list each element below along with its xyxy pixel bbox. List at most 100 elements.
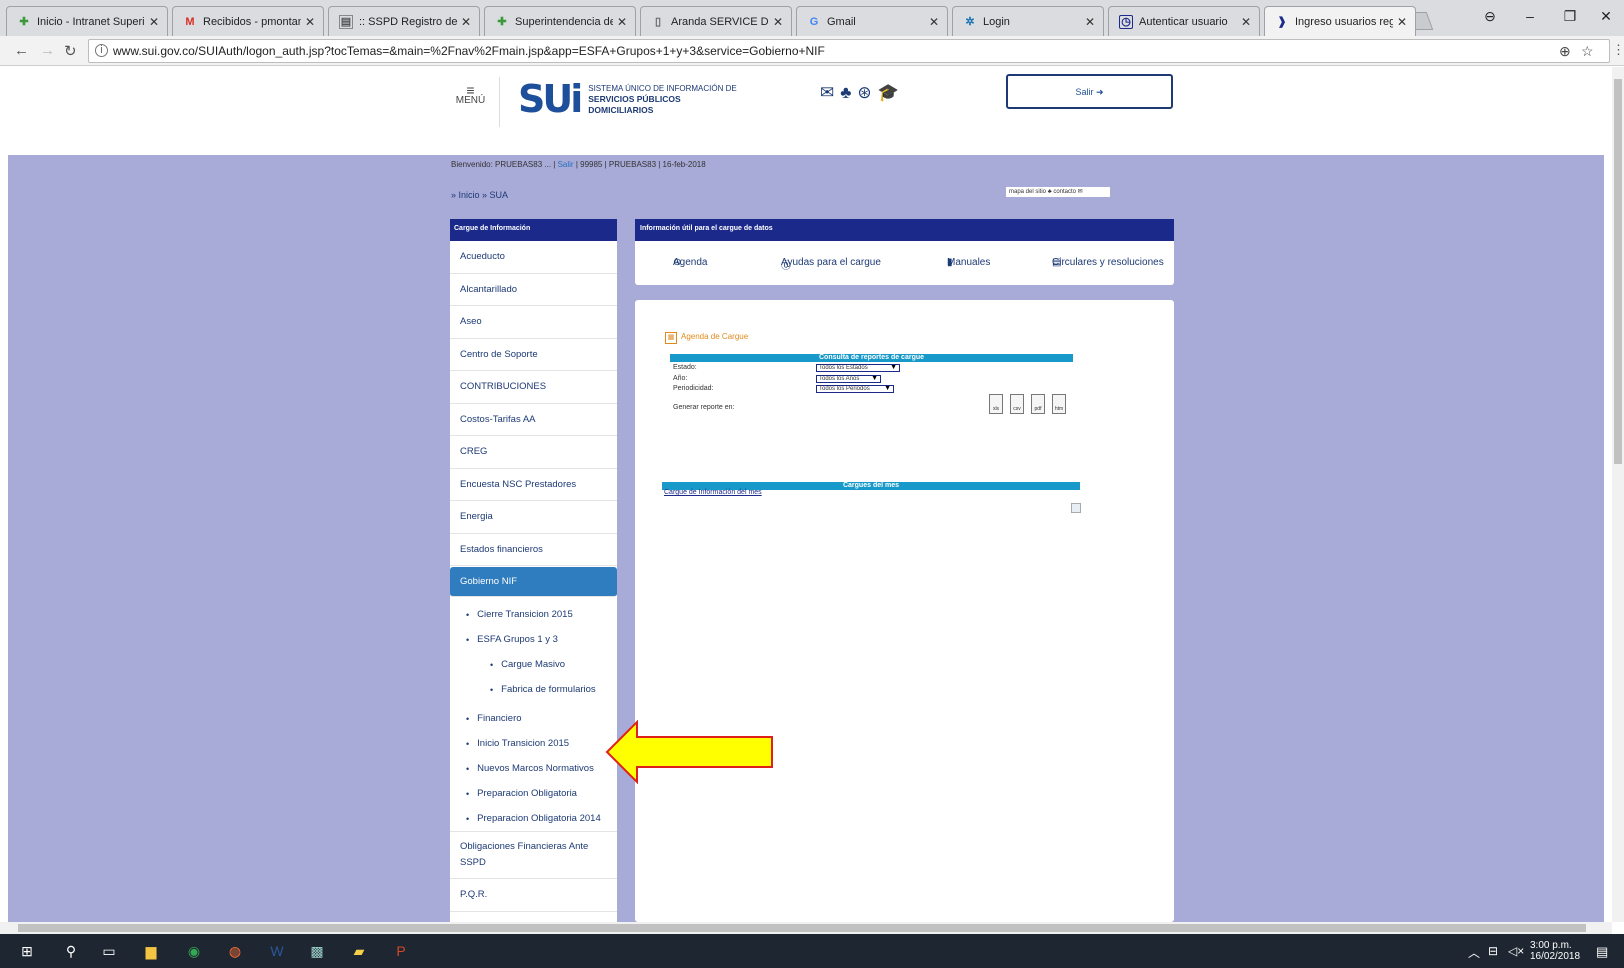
subitem-fabrica-formularios[interactable]: Fabrica de formularios <box>450 677 617 702</box>
periodicidad-select[interactable]: Todos los Periodos ▼ <box>816 385 894 393</box>
subitem-cierre-transicion-2015[interactable]: Cierre Transicion 2015 <box>450 602 617 627</box>
firefox-icon[interactable]: ◍ <box>226 942 244 960</box>
calendar-icon: ▦ <box>665 332 677 344</box>
zoom-icon[interactable]: ⊕ <box>1559 43 1571 60</box>
close-tab-icon[interactable]: ✕ <box>773 15 783 29</box>
word-icon[interactable]: W <box>268 942 286 960</box>
close-tab-icon[interactable]: ✕ <box>1241 15 1251 29</box>
tray-chevron-icon[interactable]: ︿ <box>1468 944 1480 961</box>
subitem-nuevos-marcos[interactable]: Nuevos Marcos Normativos <box>450 756 617 781</box>
month-uploads-link[interactable]: Cargue de Información del mes <box>664 489 762 496</box>
network-icon[interactable]: ⊟ <box>1488 944 1498 958</box>
broken-image-icon <box>1071 503 1081 513</box>
sidebar-item-gobierno-nif[interactable]: Gobierno NIF <box>450 567 617 597</box>
sidebar-item-estados-financieros[interactable]: Estados financieros <box>450 534 617 566</box>
subitem-preparacion-obligatoria[interactable]: Preparacion Obligatoria <box>450 781 617 806</box>
forward-arrow-icon[interactable]: → <box>40 42 55 59</box>
aranda-icon[interactable]: ▩ <box>308 942 326 960</box>
minimize-window-button[interactable]: – <box>1512 8 1548 24</box>
file-explorer-icon[interactable]: ▆ <box>142 942 160 960</box>
back-arrow-icon[interactable]: ← <box>14 42 29 59</box>
site-header: ≡ MENÚ SUi SISTEMA ÚNICO DE INFORMACIÓN … <box>0 67 1612 155</box>
sidebar-item-creg[interactable]: CREG <box>450 436 617 469</box>
sidebar-item-encuesta-nsc[interactable]: Encuesta NSC Prestadores <box>450 469 617 501</box>
close-tab-icon[interactable]: ✕ <box>1397 15 1407 29</box>
close-tab-icon[interactable]: ✕ <box>929 15 939 29</box>
browser-tab[interactable]: ◷ Autenticar usuario ✕ <box>1108 6 1260 36</box>
estado-select[interactable]: Todos los Estados ▼ <box>816 364 900 372</box>
reload-icon[interactable]: ↻ <box>64 42 77 60</box>
sitemap-link[interactable]: mapa del sitio <box>1009 189 1046 195</box>
csv-file-icon[interactable]: csv <box>1010 394 1024 414</box>
agenda-content: ▦ Agenda de Cargue Consulta de reportes d… <box>635 300 1174 922</box>
sticky-notes-icon[interactable]: ▰ <box>350 942 368 960</box>
subitem-inicio-transicion-2015[interactable]: Inicio Transicion 2015 <box>450 731 617 756</box>
sidebar-item-obligaciones-financieras[interactable]: Obligaciones Financieras Ante SSPD <box>450 831 617 879</box>
search-icon[interactable]: ⚲ <box>62 942 80 960</box>
sidebar-item-acueducto[interactable]: Acueducto <box>450 241 617 274</box>
profile-icon[interactable]: ⊖ <box>1472 8 1508 25</box>
volume-icon[interactable]: ◁× <box>1508 944 1524 958</box>
sidebar-item-energia[interactable]: Energia <box>450 501 617 534</box>
menu-button[interactable]: ≡ MENÚ <box>442 77 500 127</box>
close-tab-icon[interactable]: ✕ <box>461 15 471 29</box>
arrow-shape <box>605 720 773 784</box>
powerpoint-icon[interactable]: P <box>392 942 410 960</box>
browser-tab[interactable]: M Recibidos - pmontana@✕ <box>172 6 324 36</box>
vertical-scroll-thumb[interactable] <box>1614 79 1622 464</box>
restore-window-button[interactable]: ❐ <box>1552 8 1588 25</box>
browser-tab[interactable]: G Gmail ✕ <box>796 6 948 36</box>
htm-file-icon[interactable]: htm <box>1052 394 1066 414</box>
bookmark-star-icon[interactable]: ☆ <box>1581 43 1594 60</box>
system-clock[interactable]: 3:00 p.m. 16/02/2018 <box>1530 940 1580 962</box>
contact-link[interactable]: contacto <box>1053 189 1076 195</box>
subitem-esfa-grupos[interactable]: ESFA Grupos 1 y 3 <box>450 627 617 652</box>
breadcrumb-home-link[interactable]: » Inicio <box>451 190 480 200</box>
browser-tab[interactable]: ▤ :: SSPD Registro de Ent✕ <box>328 6 480 36</box>
notifications-icon[interactable]: ▤ <box>1596 944 1608 960</box>
site-info-icon[interactable]: i <box>95 44 108 57</box>
sidebar-item-contribuciones[interactable]: CONTRIBUCIONES <box>450 371 617 404</box>
address-bar[interactable]: i www.sui.gov.co/SUIAuth/logon_auth.jsp?… <box>88 39 1610 63</box>
sidebar-item-centro-soporte[interactable]: Centro de Soporte <box>450 339 617 371</box>
browser-tab[interactable]: ✲ Login ✕ <box>952 6 1104 36</box>
sidebar-item-pqr[interactable]: P.Q.R. <box>450 879 617 912</box>
breadcrumb-current: » SUA <box>482 190 509 200</box>
header-quick-icons: ✉♣⊛🎓 <box>820 83 905 103</box>
graduation-cap-icon[interactable]: 🎓 <box>878 83 905 102</box>
vertical-scrollbar[interactable] <box>1612 67 1624 922</box>
sidebar-item-alcantarillado[interactable]: Alcantarillado <box>450 274 617 306</box>
anio-select[interactable]: Todos los Años ▼ <box>816 375 881 383</box>
horizontal-scroll-thumb[interactable] <box>18 924 1586 932</box>
pdf-file-icon[interactable]: pdf <box>1031 394 1045 414</box>
task-view-icon[interactable]: ▭ <box>100 942 118 960</box>
accessibility-icon[interactable]: ⊛ <box>857 83 877 102</box>
sidebar-item-aseo[interactable]: Aseo <box>450 306 617 339</box>
close-tab-icon[interactable]: ✕ <box>1085 15 1095 29</box>
browser-tab-active[interactable]: ❱ Ingreso usuarios regist✕ <box>1264 6 1416 36</box>
xls-file-icon[interactable]: xls <box>989 394 1003 414</box>
horizontal-scrollbar[interactable] <box>0 922 1612 934</box>
close-tab-icon[interactable]: ✕ <box>305 15 315 29</box>
welcome-salir-link[interactable]: Salir <box>558 160 574 169</box>
yellow-arrow-annotation <box>605 720 773 784</box>
sitemap-icon[interactable]: ♣ <box>840 83 857 102</box>
sui-logo[interactable]: SUi SISTEMA ÚNICO DE INFORMACIÓN DE SERV… <box>518 77 738 121</box>
site-tools: mapa del sitio ♣ contacto ✉ <box>1006 187 1110 197</box>
subitem-preparacion-obligatoria-2014[interactable]: Preparacion Obligatoria 2014 <box>450 806 617 831</box>
close-tab-icon[interactable]: ✕ <box>149 15 159 29</box>
mail-icon[interactable]: ✉ <box>820 83 840 102</box>
windows-start-icon[interactable]: ⊞ <box>18 942 36 960</box>
salir-button[interactable]: Salir ➜ <box>1006 74 1173 109</box>
subitem-cargue-masivo[interactable]: Cargue Masivo <box>450 652 617 677</box>
close-window-button[interactable]: ✕ <box>1588 8 1624 25</box>
browser-tab[interactable]: ✚ Inicio - Intranet Superin ✕ <box>6 6 168 36</box>
browser-tab[interactable]: ▯ Aranda SERVICE DESK ®✕ <box>640 6 792 36</box>
subitem-financiero[interactable]: Financiero <box>450 706 617 731</box>
browser-menu-icon[interactable]: ⋮ <box>1612 42 1624 58</box>
chrome-icon[interactable]: ◉ <box>185 942 203 960</box>
estado-label: Estado: <box>673 364 697 371</box>
sidebar-item-costos-tarifas[interactable]: Costos-Tarifas AA <box>450 404 617 436</box>
close-tab-icon[interactable]: ✕ <box>617 15 627 29</box>
browser-tab[interactable]: ✚ Superintendencia de Se✕ <box>484 6 636 36</box>
